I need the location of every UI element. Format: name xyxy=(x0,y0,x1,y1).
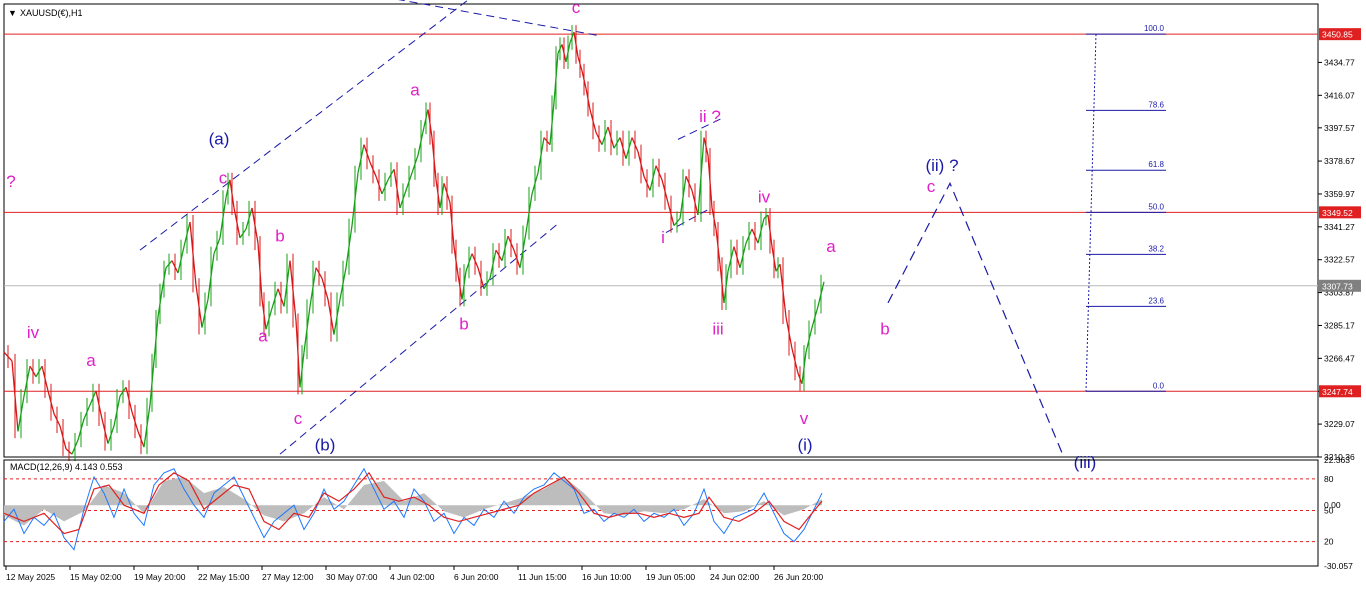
time-tick-label: 16 Jun 10:00 xyxy=(582,572,631,582)
wave-label: ii ? xyxy=(699,107,721,126)
time-tick-label: 19 Jun 05:00 xyxy=(646,572,695,582)
macd-axis-label: 50 xyxy=(1324,505,1334,515)
price-tick-label: 3341.27 xyxy=(1324,222,1355,232)
time-tick-label: 6 Jun 20:00 xyxy=(454,572,499,582)
wave-label: iv xyxy=(27,323,40,342)
fib-level-label: 38.2 xyxy=(1148,244,1164,253)
fib-level-label: 0.0 xyxy=(1153,381,1165,390)
dropdown-arrow-icon[interactable]: ▼ xyxy=(8,8,17,18)
wave-label: iii xyxy=(712,320,723,339)
fib-level-label: 50.0 xyxy=(1148,202,1164,211)
price-marker-label: 3307.73 xyxy=(1322,281,1353,291)
price-tick-label: 3210.36 xyxy=(1324,452,1355,462)
wave-label: (iii) xyxy=(1074,453,1097,472)
wave-label: c xyxy=(294,409,303,428)
time-tick-label: 19 May 20:00 xyxy=(134,572,186,582)
price-marker-label: 3247.74 xyxy=(1322,387,1353,397)
wave-label: c xyxy=(572,0,581,17)
wave-label: a xyxy=(410,80,420,99)
wave-label: i xyxy=(661,228,665,247)
time-tick-label: 15 May 02:00 xyxy=(70,572,122,582)
time-tick-label: 12 May 2025 xyxy=(6,572,55,582)
time-tick-label: 11 Jun 15:00 xyxy=(518,572,567,582)
wave-label: a xyxy=(258,327,268,346)
time-tick-label: 24 Jun 02:00 xyxy=(710,572,759,582)
price-tick-label: 3359.97 xyxy=(1324,189,1355,199)
wave-label: b xyxy=(880,320,889,339)
wave-label: a xyxy=(86,351,96,370)
wave-label: b xyxy=(275,226,284,245)
price-tick-label: 3229.07 xyxy=(1324,419,1355,429)
wave-label: b xyxy=(459,314,468,333)
wave-label: a xyxy=(826,237,836,256)
price-tick-label: 3416.07 xyxy=(1324,90,1355,100)
price-tick-label: 3285.17 xyxy=(1324,320,1355,330)
wave-label: c xyxy=(219,168,228,187)
price-marker-label: 3450.85 xyxy=(1322,30,1353,40)
price-tick-label: 3397.57 xyxy=(1324,123,1355,133)
time-tick-label: 26 Jun 20:00 xyxy=(774,572,823,582)
price-tick-label: 3378.67 xyxy=(1324,156,1355,166)
wave-label: c xyxy=(927,177,936,196)
wave-label: (a) xyxy=(209,130,230,149)
wave-label: ? xyxy=(6,172,15,191)
fib-level-label: 100.0 xyxy=(1144,24,1165,33)
macd-axis-label: 20 xyxy=(1324,537,1334,547)
fib-level-label: 78.6 xyxy=(1148,100,1164,109)
wave-label: iv xyxy=(758,188,771,207)
price-marker-label: 3349.52 xyxy=(1322,208,1353,218)
chart-window[interactable]: 100.0 78.6 61.8 50.0 38.2 23.6 0.0 ? iv a (a) c b a c… xyxy=(0,0,1366,588)
macd-axis-label: 80 xyxy=(1324,474,1334,484)
price-tick-label: 3266.47 xyxy=(1324,353,1355,363)
time-tick-label: 30 May 07:00 xyxy=(326,572,378,582)
macd-title: MACD(12,26,9) 4.143 0.553 xyxy=(10,462,123,472)
wave-label: (b) xyxy=(315,436,336,455)
price-tick-label: 3434.77 xyxy=(1324,57,1355,67)
fib-level-label: 23.6 xyxy=(1148,296,1164,305)
time-tick-label: 27 May 12:00 xyxy=(262,572,314,582)
wave-label: (ii) ? xyxy=(925,156,958,175)
fib-level-label: 61.8 xyxy=(1148,160,1164,169)
macd-axis-label: -30.057 xyxy=(1324,561,1353,571)
wave-label: (i) xyxy=(797,436,812,455)
chart-canvas[interactable]: 100.078.661.850.038.223.60.0 ?iva(a)cbac… xyxy=(0,0,1366,588)
symbol-title: XAUUSD(€),H1 xyxy=(20,8,83,18)
wave-label: v xyxy=(800,409,809,428)
time-tick-label: 22 May 15:00 xyxy=(198,572,250,582)
time-tick-label: 4 Jun 02:00 xyxy=(390,572,435,582)
price-tick-label: 3322.57 xyxy=(1324,255,1355,265)
